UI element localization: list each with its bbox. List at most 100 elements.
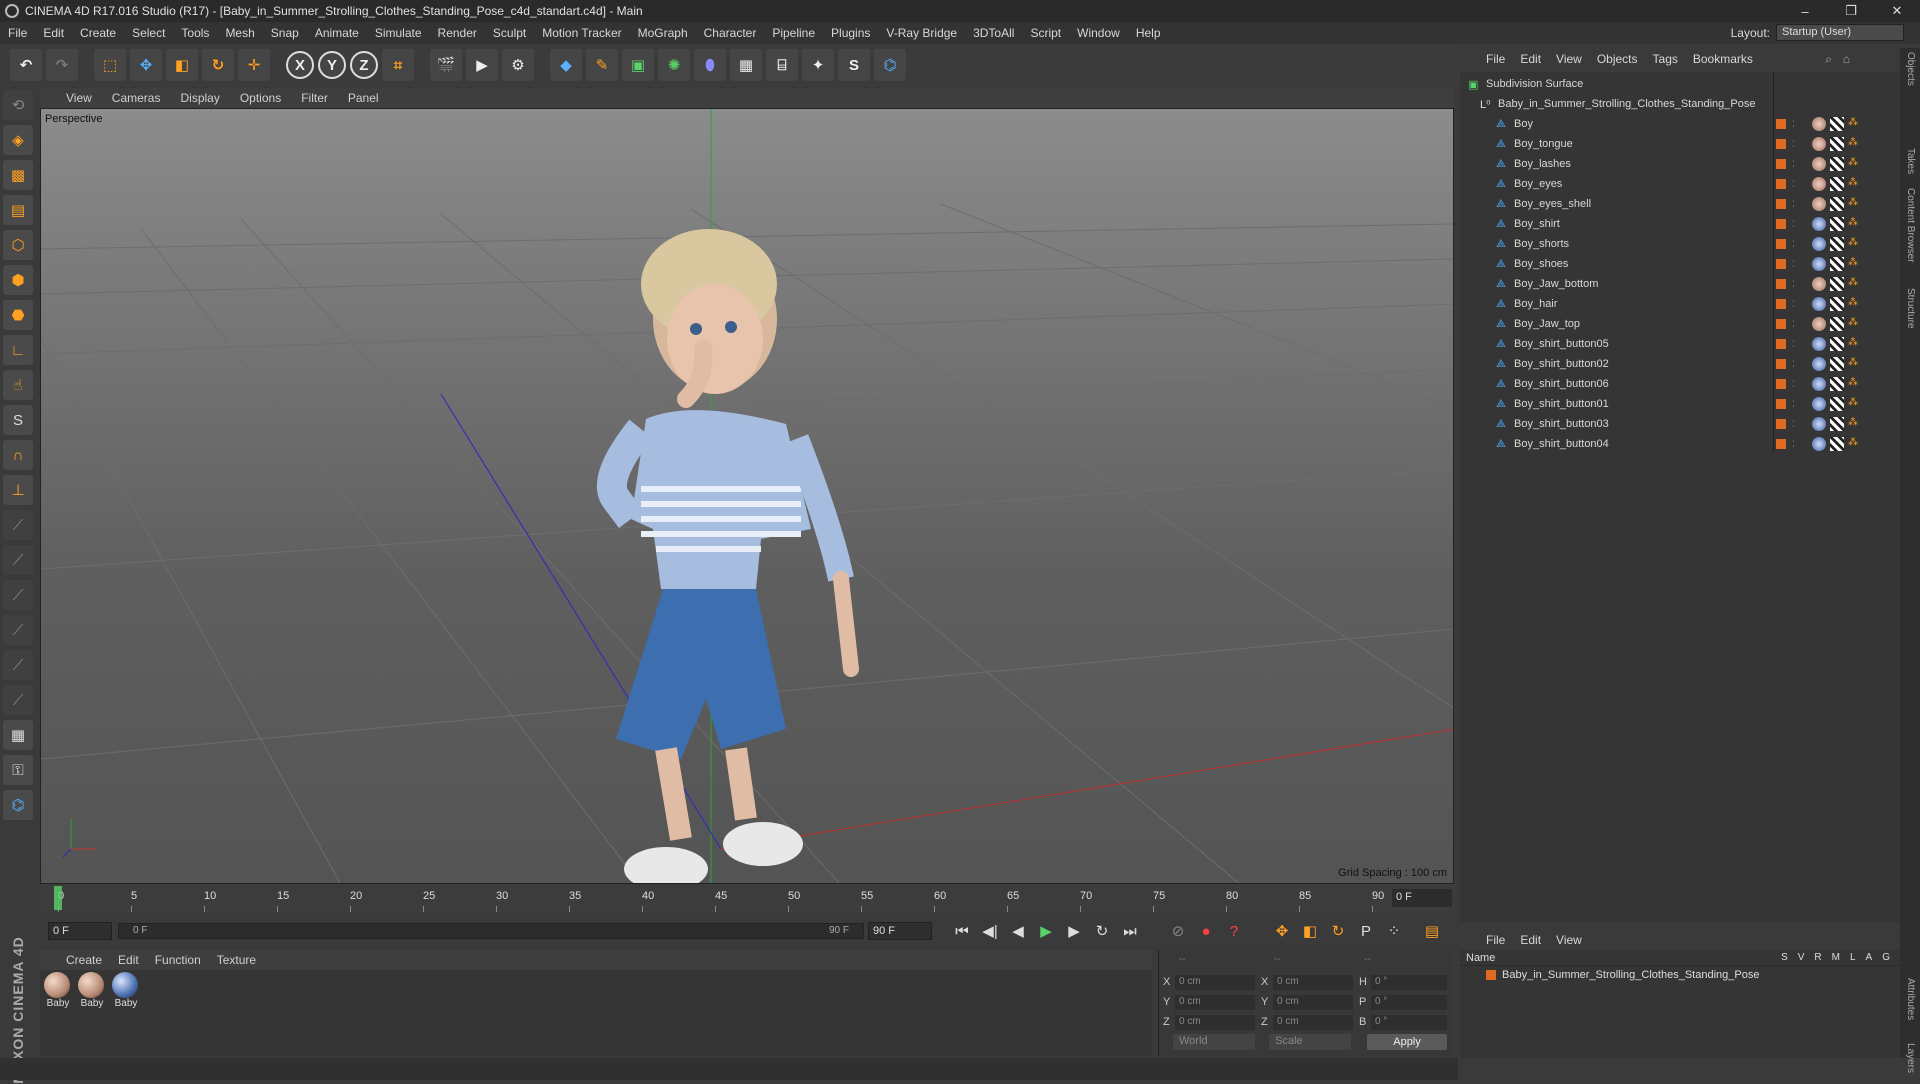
- viewport-menu-options[interactable]: Options: [240, 91, 281, 105]
- deformer-icon[interactable]: ⬮: [694, 49, 726, 81]
- select-icon[interactable]: ⬚: [94, 49, 126, 81]
- material-menu-function[interactable]: Function: [155, 953, 201, 967]
- material-tag-icon[interactable]: [1812, 157, 1826, 171]
- size-x-field[interactable]: 0 cm: [1273, 974, 1353, 990]
- uvw-tag-icon[interactable]: [1830, 337, 1844, 351]
- selection-tag-icon[interactable]: ⁂: [1848, 257, 1862, 271]
- layer-color-swatch[interactable]: [1776, 239, 1786, 249]
- end-frame-field[interactable]: 90 F: [868, 922, 932, 940]
- tab-layers[interactable]: Layers: [1905, 1043, 1916, 1073]
- key-rotation-icon[interactable]: ↻: [1326, 919, 1350, 943]
- material-tag-icon[interactable]: [1812, 297, 1826, 311]
- workplane-icon[interactable]: ▤: [3, 195, 33, 225]
- object-menu-objects[interactable]: Objects: [1597, 52, 1638, 66]
- grid-icon[interactable]: ▦: [3, 720, 33, 750]
- uvw-tag-icon[interactable]: [1830, 317, 1844, 331]
- object-menu-edit[interactable]: Edit: [1520, 52, 1541, 66]
- visibility-dots-icon[interactable]: ⁚: [1792, 379, 1795, 390]
- make-editable-icon[interactable]: ⟲: [3, 90, 33, 120]
- scale-icon[interactable]: ◧: [166, 49, 198, 81]
- next-frame-icon[interactable]: ▶: [1062, 919, 1086, 943]
- python-icon[interactable]: ⌬: [874, 49, 906, 81]
- menu-window[interactable]: Window: [1069, 26, 1128, 40]
- sculpt-tool-4-icon[interactable]: ⟋: [3, 615, 33, 645]
- menu-motion-tracker[interactable]: Motion Tracker: [534, 26, 629, 40]
- material-tag-icon[interactable]: [1812, 237, 1826, 251]
- tree-row-object[interactable]: ⟁ Boy_shirt_button03 ⁚ ⁂: [1460, 414, 1900, 434]
- tab-objects[interactable]: Objects: [1905, 52, 1916, 86]
- material-tag-icon[interactable]: [1812, 197, 1826, 211]
- menu-3dtoall[interactable]: 3DToAll: [965, 26, 1022, 40]
- uvw-tag-icon[interactable]: [1830, 157, 1844, 171]
- material-tag-icon[interactable]: [1812, 177, 1826, 191]
- visibility-dots-icon[interactable]: ⁚: [1792, 199, 1795, 210]
- tree-row-group[interactable]: L⁰ Baby_in_Summer_Strolling_Clothes_Stan…: [1460, 94, 1900, 114]
- uvw-tag-icon[interactable]: [1830, 117, 1844, 131]
- layer-color-swatch[interactable]: [1776, 439, 1786, 449]
- viewport-menu-panel[interactable]: Panel: [348, 91, 379, 105]
- tab-structure[interactable]: Structure: [1905, 288, 1916, 329]
- y-axis-icon[interactable]: Y: [318, 51, 346, 79]
- search-icon[interactable]: ⌕: [1825, 52, 1832, 67]
- menu-tools[interactable]: Tools: [173, 26, 217, 40]
- maximize-button[interactable]: ❐: [1828, 0, 1874, 22]
- sculpt-tool-2-icon[interactable]: ⟋: [3, 545, 33, 575]
- texture-mode-icon[interactable]: ▩: [3, 160, 33, 190]
- menu-create[interactable]: Create: [72, 26, 124, 40]
- uvw-tag-icon[interactable]: [1830, 197, 1844, 211]
- material-menu-texture[interactable]: Texture: [217, 953, 256, 967]
- close-button[interactable]: ✕: [1874, 0, 1920, 22]
- tree-row-object[interactable]: ⟁ Boy_lashes ⁚ ⁂: [1460, 154, 1900, 174]
- x-axis-icon[interactable]: X: [286, 51, 314, 79]
- menu-sculpt[interactable]: Sculpt: [485, 26, 534, 40]
- material-tag-icon[interactable]: [1812, 397, 1826, 411]
- layer-color-swatch[interactable]: [1776, 299, 1786, 309]
- tree-row-object[interactable]: ⟁ Boy_shirt_button02 ⁚ ⁂: [1460, 354, 1900, 374]
- baby-model[interactable]: [596, 229, 859, 884]
- sketch-icon[interactable]: S: [838, 49, 870, 81]
- material-menu-edit[interactable]: Edit: [118, 953, 139, 967]
- pen-icon[interactable]: ✎: [586, 49, 618, 81]
- timeline-layout-icon[interactable]: ▤: [1420, 919, 1444, 943]
- edges-mode-icon[interactable]: ⬢: [3, 265, 33, 295]
- material-menu-create[interactable]: Create: [66, 953, 102, 967]
- position-z-field[interactable]: 0 cm: [1175, 1014, 1255, 1030]
- layer-color-swatch[interactable]: [1776, 379, 1786, 389]
- uvw-tag-icon[interactable]: [1830, 217, 1844, 231]
- cube-icon[interactable]: ◆: [550, 49, 582, 81]
- layout-dropdown[interactable]: Startup (User): [1776, 24, 1904, 41]
- coordinate-system-icon[interactable]: ⌗: [382, 49, 414, 81]
- tree-row-subdivision-surface[interactable]: ▣ Subdivision Surface: [1460, 74, 1900, 94]
- layer-color-swatch[interactable]: [1776, 419, 1786, 429]
- sculpt-tool-5-icon[interactable]: ⟋: [3, 650, 33, 680]
- rotation-p-field[interactable]: 0 °: [1371, 994, 1447, 1010]
- layer-color-swatch[interactable]: [1776, 159, 1786, 169]
- points-mode-icon[interactable]: ⬡: [3, 230, 33, 260]
- tree-row-object[interactable]: ⟁ Boy_Jaw_top ⁚ ⁂: [1460, 314, 1900, 334]
- layer-menu-view[interactable]: View: [1556, 933, 1582, 947]
- floor-icon[interactable]: ▦: [730, 49, 762, 81]
- layer-color-swatch[interactable]: [1776, 259, 1786, 269]
- key-parameter-icon[interactable]: P: [1354, 919, 1378, 943]
- visibility-dots-icon[interactable]: ⁚: [1792, 299, 1795, 310]
- redo-icon[interactable]: ↷: [46, 49, 78, 81]
- selection-tag-icon[interactable]: ⁂: [1848, 417, 1862, 431]
- tab-takes[interactable]: Takes: [1905, 148, 1916, 174]
- menu-plugins[interactable]: Plugins: [823, 26, 878, 40]
- visibility-dots-icon[interactable]: ⁚: [1792, 339, 1795, 350]
- menu-character[interactable]: Character: [696, 26, 765, 40]
- visibility-dots-icon[interactable]: ⁚: [1792, 119, 1795, 130]
- magnet-icon[interactable]: ∩: [3, 440, 33, 470]
- current-frame-field[interactable]: 0 F: [1392, 889, 1452, 907]
- visibility-dots-icon[interactable]: ⁚: [1792, 319, 1795, 330]
- material-tag-icon[interactable]: [1812, 377, 1826, 391]
- undo-icon[interactable]: ↶: [10, 49, 42, 81]
- menu-script[interactable]: Script: [1022, 26, 1069, 40]
- key-pla-icon[interactable]: ⁘: [1382, 919, 1406, 943]
- previous-frame-icon[interactable]: ◀: [1006, 919, 1030, 943]
- size-y-field[interactable]: 0 cm: [1273, 994, 1353, 1010]
- selection-tag-icon[interactable]: ⁂: [1848, 437, 1862, 451]
- light-icon[interactable]: ✦: [802, 49, 834, 81]
- sculpt-tool-6-icon[interactable]: ⟋: [3, 685, 33, 715]
- material-tag-icon[interactable]: [1812, 137, 1826, 151]
